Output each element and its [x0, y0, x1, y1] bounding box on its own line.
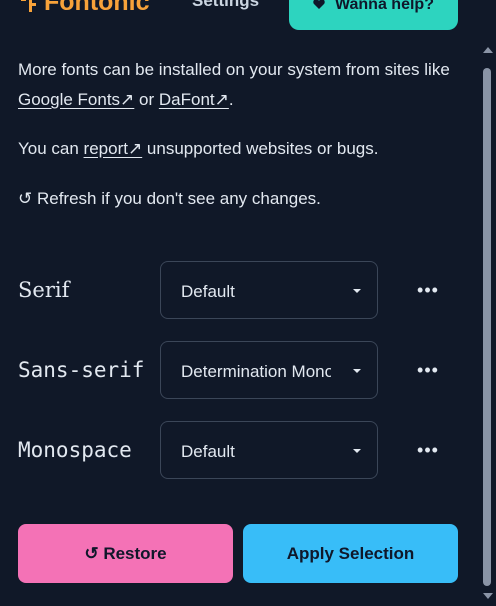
serif-font-value: Default [181, 282, 235, 301]
serif-font-select[interactable]: Default [160, 261, 378, 319]
logo: Fontonic [18, 0, 150, 17]
period-text: . [228, 90, 234, 109]
dafont-link[interactable]: DaFont↗ [159, 90, 229, 109]
logo-icon [21, 0, 37, 13]
install-fonts-text: More fonts can be installed on your syst… [18, 60, 450, 79]
report-info: You can report↗ unsupported websites or … [18, 134, 378, 164]
apply-selection-button[interactable]: Apply Selection [243, 524, 458, 583]
scrollbar-thumb[interactable] [483, 68, 491, 586]
or-text: or [134, 90, 159, 109]
chevron-down-icon [353, 369, 361, 373]
top-bar: Fontonic Settings Wanna help? [0, 0, 480, 30]
chevron-down-icon [353, 449, 361, 453]
monospace-more-options-button[interactable]: ••• [412, 440, 444, 460]
wanna-help-label: Wanna help? [335, 0, 434, 13]
chevron-down-icon [353, 289, 361, 293]
report-prefix: You can [18, 139, 84, 158]
logo-text: Fontonic [44, 0, 150, 16]
install-fonts-info: More fonts can be installed on your syst… [18, 55, 458, 115]
heart-icon [313, 0, 325, 9]
monospace-font-value: Default [181, 442, 235, 461]
sans-serif-label: Sans-serif [18, 358, 145, 382]
report-link[interactable]: report↗ [84, 139, 143, 158]
monospace-label: Monospace [18, 438, 132, 462]
serif-more-options-button[interactable]: ••• [412, 280, 444, 300]
scroll-up-arrow-icon[interactable] [483, 47, 493, 53]
report-suffix: unsupported websites or bugs. [142, 139, 379, 158]
sans-serif-font-select[interactable]: Determination Mono [160, 341, 378, 399]
monospace-font-select[interactable]: Default [160, 421, 378, 479]
refresh-hint: ↺ Refresh if you don't see any changes. [18, 189, 321, 208]
google-fonts-link[interactable]: Google Fonts↗ [18, 90, 134, 109]
sans-serif-font-value: Determination Mono [181, 362, 331, 381]
wanna-help-button[interactable]: Wanna help? [289, 0, 458, 30]
serif-label: Serif [18, 278, 70, 302]
settings-link[interactable]: Settings [192, 0, 259, 11]
restore-button[interactable]: ↺ Restore [18, 524, 233, 583]
sans-serif-more-options-button[interactable]: ••• [412, 360, 444, 380]
extension-popup: Fontonic Settings Wanna help? More fonts… [0, 0, 480, 606]
scroll-down-arrow-icon[interactable] [483, 593, 493, 599]
